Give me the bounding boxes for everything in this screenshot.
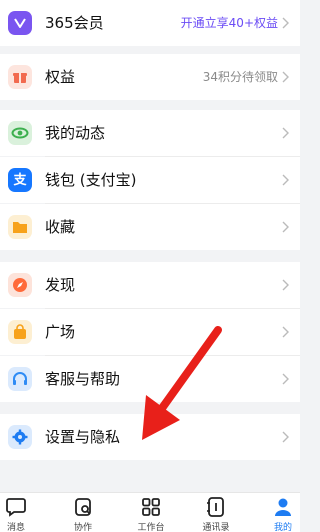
tab-label: 消息: [6, 523, 25, 532]
menu-item-label: 钱包 (支付宝): [45, 171, 137, 189]
menu-item-label: 权益: [45, 68, 76, 86]
menu-item-moments[interactable]: 我的动态: [0, 110, 300, 156]
menu-item-plaza[interactable]: 广场: [0, 309, 300, 355]
tab-workbench[interactable]: 工作台: [126, 493, 176, 532]
menu-item-label: 收藏: [45, 218, 76, 236]
menu-item-favorites[interactable]: 收藏: [0, 204, 300, 250]
menu-item-customer-service[interactable]: 客服与帮助: [0, 356, 300, 402]
chevron-right-icon: [282, 221, 289, 233]
menu-item-settings-privacy[interactable]: 设置与隐私: [0, 414, 300, 460]
tab-label: 工作台: [137, 523, 165, 532]
tab-label: 协作: [73, 523, 92, 532]
chevron-right-icon: [282, 326, 289, 338]
compass-icon: [8, 273, 32, 297]
chevron-right-icon: [282, 71, 289, 83]
tab-messages[interactable]: 消息: [0, 493, 41, 532]
chevron-right-icon: [282, 373, 289, 385]
menu-item-vip[interactable]: 365会员 开通立享40+权益: [0, 0, 300, 46]
chevron-right-icon: [282, 431, 289, 443]
menu-item-discover[interactable]: 发现: [0, 262, 300, 308]
collaboration-icon: [75, 498, 91, 516]
folder-icon: [8, 215, 32, 239]
vip-crown-icon: [8, 11, 32, 35]
gift-icon: [8, 65, 32, 89]
menu-item-rights[interactable]: 权益 34积分待领取: [0, 54, 300, 100]
chevron-right-icon: [282, 279, 289, 291]
headset-icon: [8, 367, 32, 391]
menu-item-label: 我的动态: [45, 124, 106, 142]
tab-me[interactable]: 我的: [258, 493, 308, 532]
tab-collaboration[interactable]: 协作: [58, 493, 108, 532]
contacts-book-icon: [207, 497, 224, 517]
tab-contacts[interactable]: 通讯录: [191, 493, 241, 532]
chevron-right-icon: [282, 127, 289, 139]
eye-icon: [8, 121, 32, 145]
menu-item-wallet[interactable]: 支 钱包 (支付宝): [0, 157, 300, 203]
chevron-right-icon: [282, 17, 289, 29]
points-pending-text: 34积分待领取: [202, 70, 278, 84]
profile-icon: [275, 498, 291, 516]
bottom-tab-bar: 消息 协作 工作台 通讯录 我的: [0, 492, 300, 532]
menu-item-label: 客服与帮助: [45, 370, 121, 388]
chevron-right-icon: [282, 174, 289, 186]
gear-icon: [8, 425, 32, 449]
workbench-grid-icon: [142, 498, 160, 516]
menu-item-label: 设置与隐私: [45, 428, 121, 446]
menu-item-label: 365会员: [45, 14, 104, 32]
menu-item-label: 广场: [45, 323, 76, 341]
menu-item-label: 发现: [45, 276, 76, 294]
shopping-bag-icon: [8, 320, 32, 344]
message-icon: [6, 498, 26, 517]
tab-label: 我的: [273, 523, 292, 532]
alipay-icon: 支: [8, 168, 32, 192]
tab-label: 通讯录: [202, 523, 230, 532]
vip-promo-text: 开通立享40+权益: [180, 16, 278, 30]
